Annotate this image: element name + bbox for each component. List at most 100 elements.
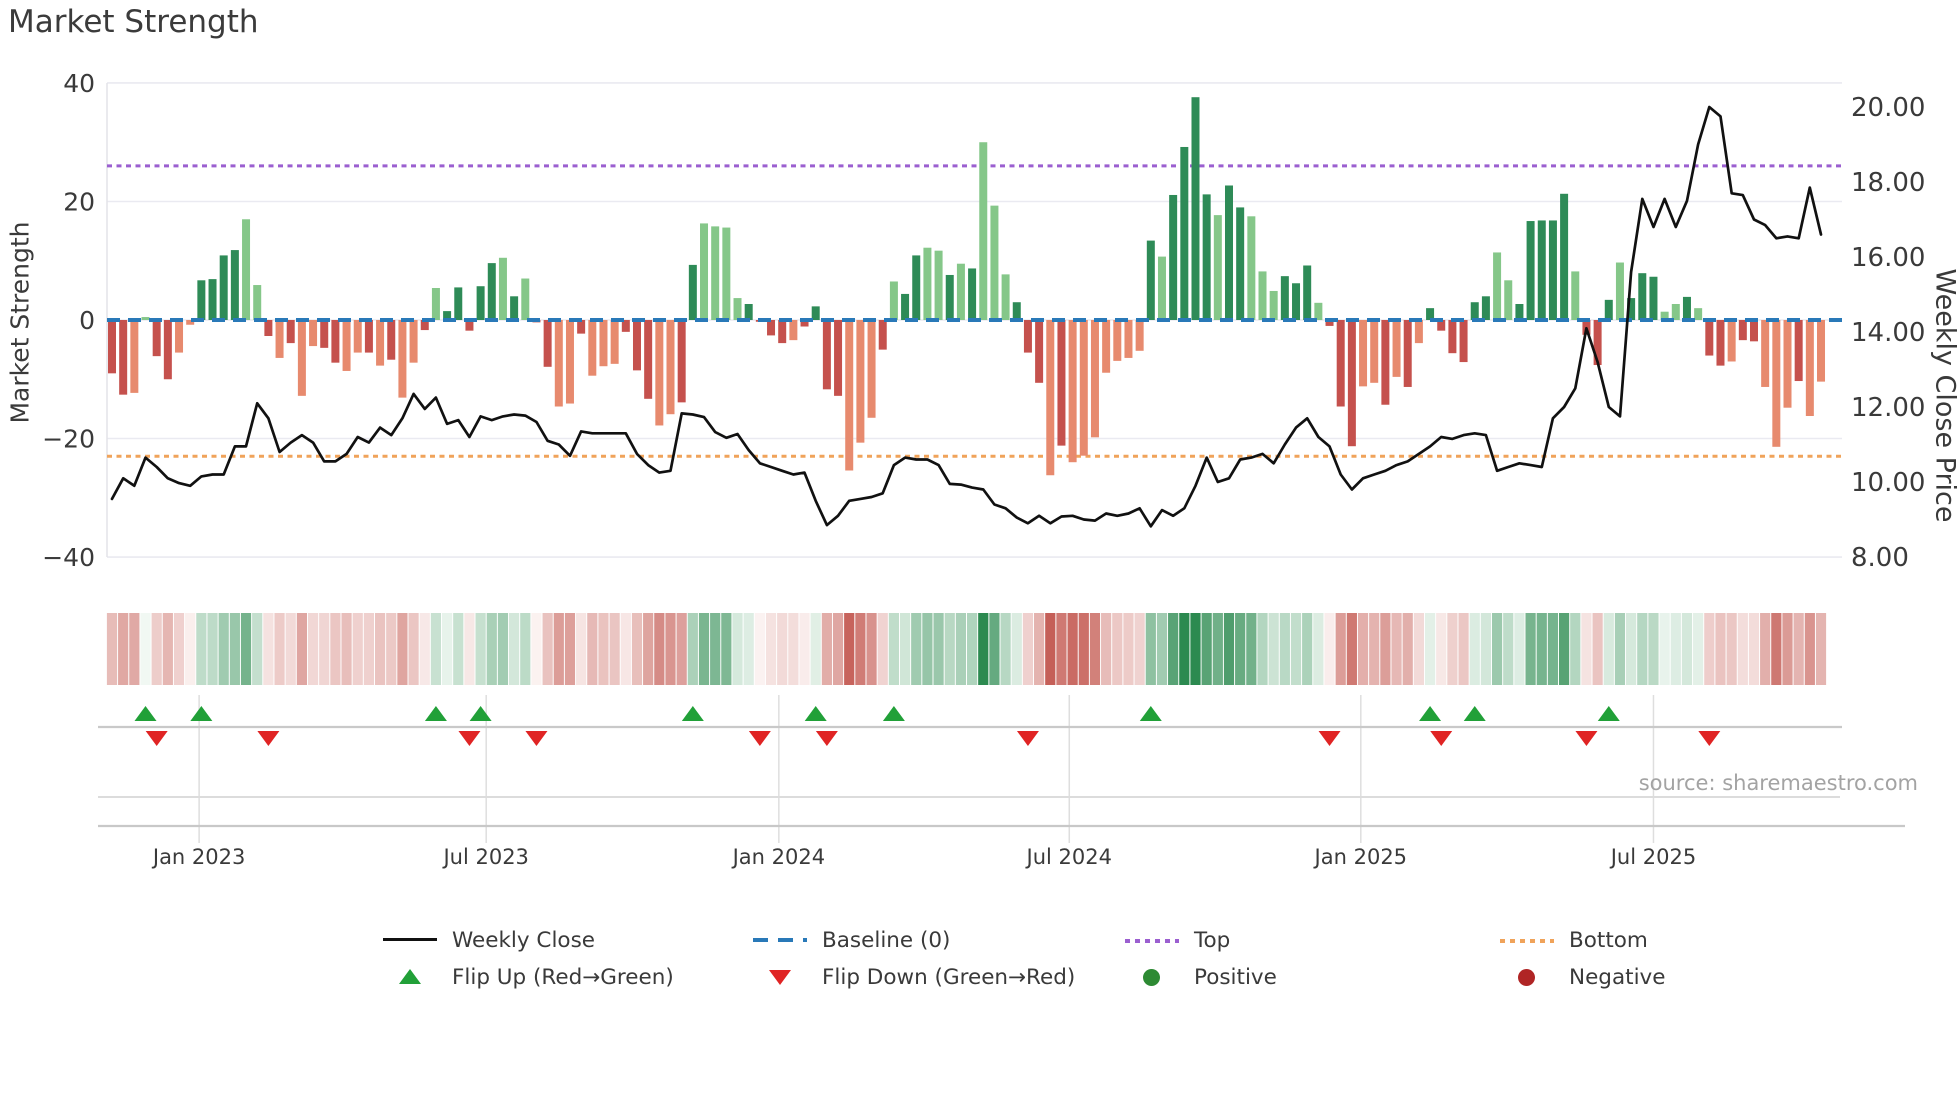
heatmap-cell [218, 613, 229, 685]
left-axis-tick: 0 [79, 306, 95, 335]
strength-bar-negative [577, 320, 586, 334]
strength-bar-negative [655, 320, 664, 426]
flip-down-icon [815, 731, 838, 746]
flip-down-icon [1430, 731, 1453, 746]
strength-bar-negative [1716, 320, 1725, 366]
heatmap-cell [1715, 613, 1726, 685]
strength-bar-negative [644, 320, 653, 399]
strength-bar-positive [1314, 302, 1323, 320]
strength-bar-positive [1146, 240, 1155, 320]
strength-bar-negative [1102, 320, 1111, 373]
heatmap-cell [620, 613, 631, 685]
heatmap-cell [453, 613, 464, 685]
heatmap-cell [922, 613, 933, 685]
heatmap-cell [1458, 613, 1469, 685]
heatmap-cell [1793, 613, 1804, 685]
right-axis-tick: 18.00 [1851, 168, 1925, 198]
heatmap-cell [1603, 613, 1614, 685]
strength-bar-positive [1269, 290, 1278, 320]
heatmap-cell [1112, 613, 1123, 685]
strength-bar-positive [1481, 296, 1490, 320]
heatmap-cell [1592, 613, 1603, 685]
strength-bar-negative [1403, 320, 1412, 387]
heatmap-cell [1659, 613, 1670, 685]
strength-bar-positive [1604, 299, 1613, 320]
heatmap-cell [542, 613, 553, 685]
x-axis-tick: Jul 2025 [1609, 845, 1696, 869]
heatmap-cell [1648, 613, 1659, 685]
strength-bar-negative [565, 320, 574, 404]
strength-bar-positive [1303, 265, 1312, 320]
strength-bar-negative [1783, 320, 1792, 408]
strength-bar-positive [1191, 97, 1200, 320]
heatmap-cell [419, 613, 430, 685]
strength-bar-negative [353, 320, 362, 353]
heatmap-cell [598, 613, 609, 685]
strength-bar-negative [1414, 320, 1423, 344]
heatmap-cell [1212, 613, 1223, 685]
right-axis-tick: 16.00 [1851, 243, 1925, 273]
heatmap-cell [1559, 613, 1570, 685]
right-axis-tick: 10.00 [1851, 468, 1925, 498]
strength-bar-negative [1336, 320, 1345, 407]
heatmap-cell [1760, 613, 1771, 685]
strength-bar-negative [1359, 320, 1368, 387]
heatmap-cell [899, 613, 911, 685]
heatmap-cell [1000, 613, 1011, 685]
strength-bar-positive [1180, 146, 1189, 320]
flip-down-icon [1575, 731, 1598, 746]
heatmap-cell [106, 613, 118, 685]
heatmap-cell [1424, 613, 1436, 685]
heatmap-cell [430, 613, 442, 685]
heatmap-cell [1402, 613, 1413, 685]
left-axis-tick: −40 [42, 543, 95, 572]
heatmap-cell [129, 613, 140, 685]
heatmap-cell [1469, 613, 1480, 685]
strength-bar-negative [320, 320, 329, 348]
strength-bar-positive [454, 287, 463, 320]
heatmap-cell [821, 613, 832, 685]
heatmap-cell [442, 613, 453, 685]
heatmap-cell [285, 613, 296, 685]
heatmap-cell [1369, 613, 1380, 685]
heatmap-cell [1637, 613, 1648, 685]
heatmap-cell [1201, 613, 1212, 685]
heatmap-cell [1235, 613, 1246, 685]
strength-bar-negative [376, 320, 385, 366]
heatmap-cell [1302, 613, 1313, 685]
heatmap-cell [1246, 613, 1257, 685]
heatmap-cell [1570, 613, 1581, 685]
strength-bar-positive [1470, 302, 1479, 320]
flip-down-icon [145, 731, 168, 746]
strength-bar-negative [1135, 320, 1144, 351]
strength-bar-positive [956, 263, 965, 320]
heatmap-cell [1156, 613, 1168, 685]
strength-bar-negative [677, 320, 686, 403]
heatmap-cell [855, 613, 866, 685]
strength-bar-positive [711, 226, 720, 320]
strength-bar-negative [1370, 320, 1379, 383]
strength-bar-positive [197, 280, 206, 320]
flip-up-icon [882, 706, 905, 721]
heatmap-cell [1134, 613, 1145, 685]
heatmap-cell [1168, 613, 1179, 685]
right-axis-tick: 14.00 [1851, 318, 1925, 348]
strength-bar-positive [521, 278, 530, 320]
heatmap-cell [140, 613, 151, 685]
strength-bar-negative [1113, 320, 1122, 361]
heatmap-cell [1380, 613, 1391, 685]
heatmap-cell [196, 613, 207, 685]
strength-bar-positive [1157, 256, 1166, 320]
strength-bar-positive [431, 288, 440, 320]
heatmap-cell [1346, 613, 1357, 685]
heatmap-cell [1514, 613, 1525, 685]
strength-bar-negative [856, 320, 865, 443]
heatmap-cell [1436, 613, 1447, 685]
strength-bar-negative [398, 320, 407, 398]
heatmap-cell [341, 613, 352, 685]
heatmap-cell [877, 613, 888, 685]
heatmap-cell [173, 613, 185, 685]
heatmap-cell [1491, 613, 1503, 685]
heatmap-cell [330, 613, 341, 685]
flip-down-icon [525, 731, 548, 746]
